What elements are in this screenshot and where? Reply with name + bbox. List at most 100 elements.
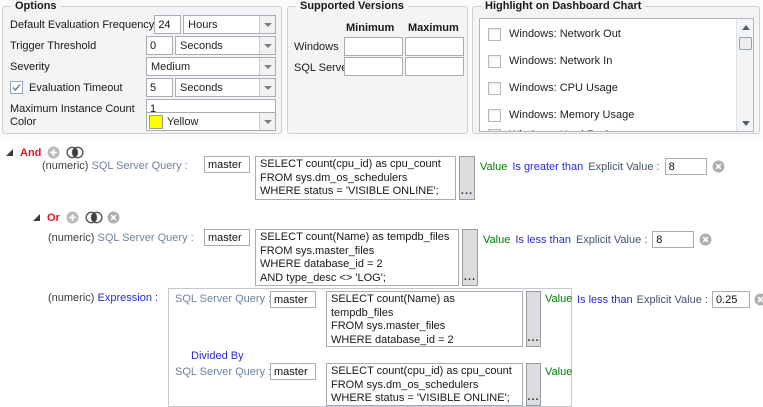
cond1-explicit-value-input[interactable]	[664, 158, 707, 175]
threshold-unit-dropdown-button[interactable]	[259, 37, 275, 54]
check-icon	[12, 83, 21, 92]
expr-explicit-value-input[interactable]	[711, 291, 750, 308]
expr-q1-database-input[interactable]	[270, 291, 316, 308]
chevron-down-icon	[263, 22, 272, 27]
cond2-delete-button[interactable]	[699, 233, 712, 246]
cond1-value-label: Value	[480, 160, 508, 173]
list-item[interactable]: Windows: Memory Usage	[488, 107, 634, 123]
expr-q2-edit-query-button[interactable]: ...	[526, 363, 541, 406]
checkbox-windows-network-out[interactable]	[488, 27, 501, 41]
freq-unit-combo[interactable]: Hours	[183, 15, 276, 34]
expression-label: Expression :	[97, 292, 159, 304]
timeout-unit-value: Seconds	[180, 81, 223, 94]
close-icon	[699, 233, 712, 246]
or-delete-button[interactable]	[107, 211, 120, 224]
cond2-comparison: Value Is less than Explicit Value :	[483, 231, 712, 248]
color-dropdown-button[interactable]	[259, 113, 275, 130]
windows-min-input[interactable]	[344, 37, 403, 56]
expr-delete-button[interactable]	[754, 293, 763, 306]
severity-value: Medium	[151, 60, 191, 73]
add-condition-button[interactable]	[66, 211, 79, 224]
windows-max-input[interactable]	[405, 37, 464, 56]
cond2-edit-query-button[interactable]: ...	[462, 229, 478, 286]
chevron-down-icon	[263, 85, 272, 90]
condition-tree: And (numeric) SQL Server Query : SELECT …	[0, 140, 763, 407]
evaluation-timeout-checkbox[interactable]	[10, 81, 23, 94]
freq-unit-dropdown-button[interactable]	[259, 16, 275, 33]
expander-icon[interactable]	[32, 213, 41, 222]
supported-versions-groupbox: Supported Versions Minimum Maximum Windo…	[287, 0, 468, 134]
highlight-listbox: Windows: Network Out Windows: Network In…	[479, 18, 754, 132]
freq-value-input[interactable]	[154, 15, 182, 34]
expander-icon[interactable]	[5, 148, 14, 157]
group-conditions-button[interactable]	[85, 211, 103, 224]
list-item-label: Windows: CPU Usage	[509, 82, 618, 94]
numeric-prefix: (numeric)	[48, 292, 95, 304]
color-combo[interactable]: Yellow	[146, 112, 276, 131]
cond2-explicit-value-input[interactable]	[652, 231, 695, 248]
cond1-database-input[interactable]	[204, 156, 250, 173]
sql-server-max-input[interactable]	[405, 57, 464, 76]
timeout-unit-combo[interactable]: Seconds	[175, 78, 276, 97]
list-scrollbar[interactable]	[736, 19, 753, 131]
settings-band: Options Default Evaluation Frequency Hou…	[0, 0, 763, 140]
minimum-column-header: Minimum	[346, 22, 395, 34]
checkbox-windows-hard-faults[interactable]	[488, 128, 501, 131]
list-item[interactable]: Windows: Network Out	[488, 26, 621, 42]
expr-q2-sql-textarea[interactable]: SELECT count(cpu_id) as cpu_count FROM s…	[326, 363, 523, 406]
list-item[interactable]: Windows: Hard Faults	[488, 127, 617, 131]
threshold-unit-combo[interactable]: Seconds	[175, 36, 276, 55]
scrollbar-thumb[interactable]	[739, 37, 752, 50]
close-icon	[107, 211, 120, 224]
divided-by-label[interactable]: Divided By	[191, 350, 244, 362]
freq-label: Default Evaluation Frequency	[10, 18, 155, 31]
maximum-column-header: Maximum	[408, 22, 459, 34]
supported-versions-title: Supported Versions	[296, 0, 408, 12]
expr-q1-edit-query-button[interactable]: ...	[526, 291, 541, 347]
close-icon	[754, 293, 763, 306]
cond1-sql-textarea[interactable]: SELECT count(cpu_id) as cpu_count FROM s…	[255, 156, 456, 200]
group-icon	[85, 211, 103, 224]
severity-combo[interactable]: Medium	[146, 57, 276, 76]
expr-explicit-label: Explicit Value :	[636, 293, 708, 306]
list-item[interactable]: Windows: CPU Usage	[488, 80, 618, 96]
freq-unit-value: Hours	[188, 18, 218, 31]
chevron-down-icon	[263, 43, 272, 48]
expr-comparison: Is less than Explicit Value :	[577, 291, 763, 308]
add-condition-button[interactable]	[47, 146, 60, 159]
group-conditions-button[interactable]	[66, 146, 84, 159]
cond1-operator[interactable]: Is greater than	[512, 161, 583, 173]
cond2-sql-textarea[interactable]: SELECT count(Name) as tempdb_files FROM …	[255, 229, 459, 286]
cond2-explicit-label: Explicit Value :	[575, 233, 648, 246]
checkbox-windows-network-in[interactable]	[488, 54, 501, 68]
and-node-label[interactable]: And	[20, 147, 41, 159]
expr-q2-database-input[interactable]	[270, 363, 316, 380]
cond1-edit-query-button[interactable]: ...	[459, 156, 475, 200]
threshold-row: Trigger Threshold Seconds	[10, 36, 276, 55]
cond2-operator[interactable]: Is less than	[515, 234, 571, 246]
expr-q1-sql-textarea[interactable]: SELECT count(Name) as tempdb_files FROM …	[326, 291, 523, 347]
checkbox-windows-cpu-usage[interactable]	[488, 81, 501, 95]
timeout-value-input[interactable]	[146, 78, 173, 97]
list-item[interactable]: Windows: Network In	[488, 53, 612, 69]
cond2-database-input[interactable]	[204, 229, 250, 246]
or-node-label[interactable]: Or	[47, 212, 60, 224]
scroll-up-button[interactable]	[737, 19, 753, 35]
timeout-unit-dropdown-button[interactable]	[259, 79, 275, 96]
color-label: Color	[10, 115, 37, 128]
severity-dropdown-button[interactable]	[259, 58, 275, 75]
cond1-delete-button[interactable]	[712, 160, 725, 173]
options-groupbox: Options Default Evaluation Frequency Hou…	[2, 0, 282, 134]
threshold-value-input[interactable]	[146, 36, 173, 55]
scroll-down-button[interactable]	[737, 115, 753, 131]
color-swatch-yellow	[149, 114, 163, 129]
highlight-title: Highlight on Dashboard Chart	[481, 0, 646, 12]
cond1-comparison: Value Is greater than Explicit Value :	[480, 158, 725, 175]
threshold-label: Trigger Threshold	[10, 39, 97, 52]
checkbox-windows-memory-usage[interactable]	[488, 108, 501, 122]
freq-row: Default Evaluation Frequency Hours	[10, 15, 276, 34]
severity-label: Severity	[10, 60, 50, 73]
sql-server-min-input[interactable]	[344, 57, 403, 76]
expr-operator[interactable]: Is less than	[577, 294, 633, 306]
alert-condition-editor: Options Default Evaluation Frequency Hou…	[0, 0, 763, 407]
